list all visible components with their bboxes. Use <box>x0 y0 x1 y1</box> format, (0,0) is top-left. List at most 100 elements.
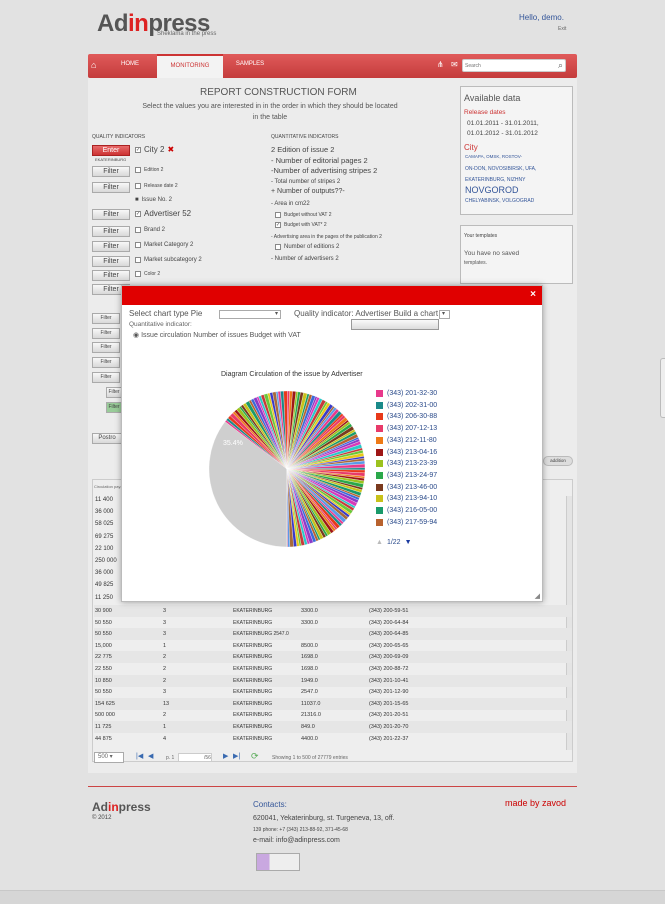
quality-item-advertiser[interactable]: ✓ Advertiser 52 <box>135 209 191 218</box>
tab-monitoring[interactable]: MONITORING <box>157 54 223 78</box>
prev-page-icon[interactable]: ◀ <box>148 752 153 760</box>
filter-button[interactable]: Filter <box>92 226 130 237</box>
close-icon[interactable]: × <box>530 289 536 300</box>
checkbox[interactable] <box>135 257 141 263</box>
checkbox[interactable] <box>275 244 281 250</box>
footer-logo[interactable]: Adinpress <box>92 800 151 814</box>
quality-indicator-select[interactable]: ▾ <box>439 310 450 319</box>
quality-item-edition[interactable]: Edition 2 <box>135 167 163 173</box>
table-row[interactable]: 50 550 3 EKATERINBURG 2547.0 (343) 200-64-8… <box>94 628 572 641</box>
legend-item[interactable]: (343) 213-23-39 <box>376 460 437 468</box>
quality-item-issue-no[interactable]: ■ Issue No. 2 <box>135 197 172 203</box>
quality-item-market-subcategory[interactable]: Market subcategory 2 <box>135 257 202 263</box>
counter-badge[interactable] <box>256 853 300 871</box>
filter-button[interactable]: Filter <box>92 256 130 267</box>
resize-handle-icon[interactable]: ◢ <box>535 592 540 600</box>
column-header[interactable]: Circulation pay... <box>94 484 124 489</box>
table-row[interactable]: 50 550 3 EKATERINBURG 2547.0 (343) 201-12-90 <box>94 686 572 698</box>
filter-button[interactable]: Filter <box>92 270 130 281</box>
filter-button[interactable]: Filter <box>92 182 130 193</box>
table-row[interactable]: 15,000 1 EKATERINBURG 8500.0 (343) 200-65-65 <box>94 640 572 652</box>
quant-item[interactable]: - Number of editorial pages 2 <box>271 156 368 165</box>
quant-item-editions[interactable]: Number of editions 2 <box>275 244 339 250</box>
tab-home[interactable]: HOME <box>104 54 156 78</box>
checkbox[interactable] <box>135 167 141 173</box>
checkbox[interactable]: ✓ <box>135 146 141 153</box>
tab-samples[interactable]: SAMPLES <box>223 54 277 78</box>
quant-item-budget-no-vat[interactable]: Budget without VAT 2 <box>275 212 332 218</box>
table-row[interactable]: 22 550 2 EKATERINBURG 1698.0 (343) 200-88-72 <box>94 663 572 675</box>
mail-icon[interactable]: ✉ <box>451 60 458 69</box>
email[interactable]: e-mail: info@adinpress.com <box>253 835 395 847</box>
first-page-icon[interactable]: |◀ <box>136 752 143 760</box>
per-page-select[interactable]: 500 ▾ <box>94 752 124 763</box>
quality-item-market-category[interactable]: Market Category 2 <box>135 242 193 248</box>
quant-item[interactable]: - Advertising area in the pages of the p… <box>271 234 382 240</box>
chart-type-select[interactable]: ▾ <box>219 310 281 319</box>
filter-button[interactable]: Filter <box>92 241 130 252</box>
build-button[interactable]: Postro <box>92 433 122 444</box>
legend-item[interactable]: (343) 202-31-00 <box>376 401 437 409</box>
legend-item[interactable]: (343) 213-94-10 <box>376 495 437 503</box>
quant-item[interactable]: - Number of advertisers 2 <box>271 256 339 262</box>
exit-link[interactable]: Exit <box>558 26 566 32</box>
side-tab[interactable] <box>660 358 665 418</box>
checkbox[interactable] <box>135 227 141 233</box>
quant-item-budget-vat[interactable]: ✓ Budget with VAT* 2 <box>275 222 327 228</box>
quant-item[interactable]: + Number of outputs??- <box>271 188 345 195</box>
checkbox[interactable]: ✓ <box>135 210 141 217</box>
checkbox[interactable] <box>135 271 141 277</box>
filter-button[interactable]: Filter <box>92 328 120 339</box>
next-page-icon[interactable]: ▶ <box>223 752 228 760</box>
quant-item[interactable]: - Area in cm22 <box>271 201 310 207</box>
table-row[interactable]: 50 550 3 EKATERINBURG 3300.0 (343) 200-64-84 <box>94 617 572 629</box>
filter-button[interactable]: Filter <box>92 357 120 368</box>
addition-button[interactable]: addition <box>543 456 573 466</box>
search-icon[interactable]: ⌕ <box>558 60 563 71</box>
legend-item[interactable]: (343) 207-12-13 <box>376 425 437 433</box>
quality-item-color[interactable]: Color 2 <box>135 271 160 277</box>
enter-button[interactable]: Enter <box>92 145 130 156</box>
filter-button[interactable]: Filter <box>92 313 120 324</box>
made-by-link[interactable]: made by zavod <box>505 798 566 808</box>
table-row[interactable]: 154 625 13 EKATERINBURG 11037.0 (343) 201-15… <box>94 697 572 710</box>
table-row[interactable]: 22 775 2 EKATERINBURG 1698.0 (343) 200-69-09 <box>94 651 572 664</box>
legend-item[interactable]: (343) 206-30-88 <box>376 413 437 421</box>
search-input[interactable] <box>465 60 551 71</box>
filter-button[interactable]: Filter <box>92 166 130 177</box>
quant-item[interactable]: 2 Edition of issue 2 <box>271 145 334 154</box>
remove-icon[interactable]: ✖ <box>167 145 174 154</box>
refresh-icon[interactable]: ⟳ <box>251 751 259 762</box>
filter-button[interactable]: Filter <box>92 209 130 220</box>
checkbox[interactable] <box>135 183 141 189</box>
table-row[interactable]: 30 900 3 EKATERINBURG 3300.0 (343) 200-59-51 <box>94 605 572 617</box>
quality-item-city[interactable]: ✓ City 2 ✖ <box>135 145 174 154</box>
quant-item[interactable]: -Number of advertising stripes 2 <box>271 166 377 175</box>
filter-button[interactable]: Filter <box>92 342 120 353</box>
checkbox[interactable]: ✓ <box>275 222 281 228</box>
filter-button[interactable]: Filter <box>106 387 122 398</box>
table-row[interactable]: 500 000 2 EKATERINBURG 21316.0 (343) 201-20-… <box>94 709 572 721</box>
legend-item[interactable]: (343) 213-46-00 <box>376 483 437 491</box>
legend-item[interactable]: (343) 216-05-00 <box>376 507 437 514</box>
table-row[interactable]: 11 725 1 EKATERINBURG 849.0 (343) 201-20-70 <box>94 721 572 733</box>
last-page-icon[interactable]: ▶| <box>233 752 240 760</box>
legend-item[interactable]: (343) 213-04-16 <box>376 448 437 456</box>
legend-item[interactable]: (343) 201-32-30 <box>376 390 437 397</box>
pager-up-icon[interactable]: ▲ <box>376 539 383 546</box>
table-row[interactable]: 44 875 4 EKATERINBURG 4400.0 (343) 201-22-37 <box>94 733 572 745</box>
filter-button[interactable]: Filter <box>106 402 122 413</box>
quantitative-radio-group[interactable]: ◉ Issue circulation Number of issues Budg… <box>133 331 301 340</box>
table-row[interactable]: 10 850 2 EKATERINBURG 1949.0 (343) 201-10-41 <box>94 674 572 687</box>
legend-item[interactable]: (343) 212-11-80 <box>376 436 437 444</box>
sitemap-icon[interactable]: ⋔ <box>437 60 444 69</box>
checkbox[interactable] <box>135 242 141 248</box>
quant-item[interactable]: - Total number of stripes 2 <box>271 179 340 185</box>
quality-item-release-date[interactable]: Release date 2 <box>135 183 178 189</box>
legend-item[interactable]: (343) 213-24-97 <box>376 471 437 479</box>
radio-icon[interactable]: ◉ <box>133 331 139 339</box>
home-icon[interactable]: ⌂ <box>91 60 96 70</box>
build-chart-button[interactable] <box>351 319 439 330</box>
legend-item[interactable]: (343) 217-59-94 <box>376 518 437 526</box>
filter-button[interactable]: Filter <box>92 372 120 383</box>
